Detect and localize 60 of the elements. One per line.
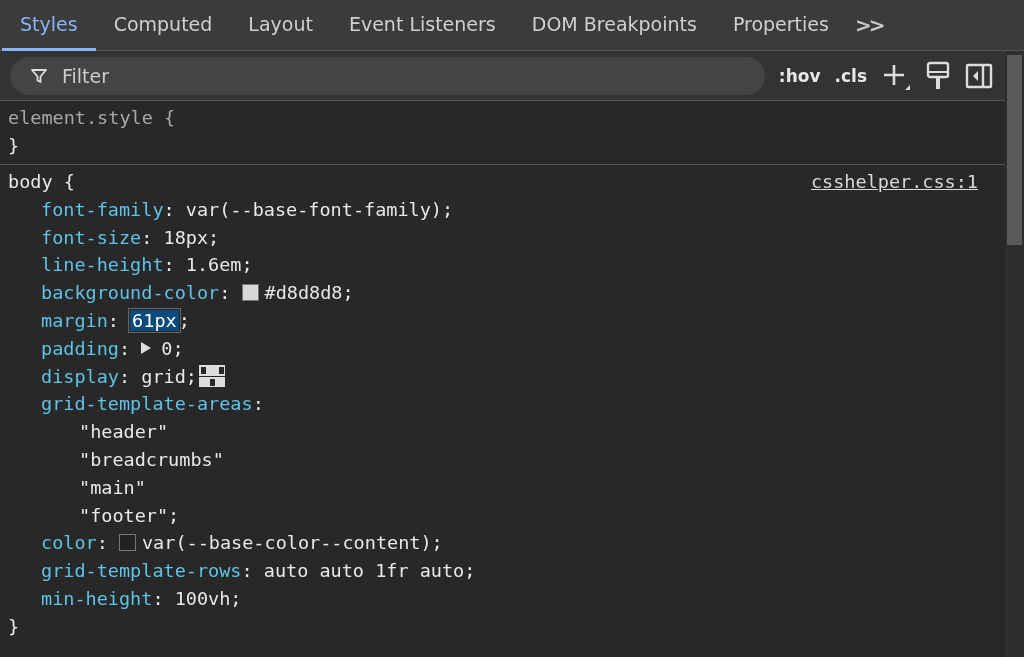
panel-tab[interactable]: Properties (714, 0, 847, 51)
colon: : (118, 337, 131, 359)
colon: : (96, 532, 108, 554)
color-swatch[interactable] (241, 284, 259, 302)
property-name[interactable]: font-size (41, 226, 142, 248)
colon: : (107, 309, 119, 331)
property-name[interactable]: line-height (41, 254, 164, 276)
panel-tab[interactable]: Layout (230, 0, 331, 51)
value-editor[interactable]: 61px (130, 309, 179, 331)
property-value[interactable]: "breadcrumbs" (79, 448, 224, 470)
semicolon: ; (178, 309, 190, 331)
property-value[interactable]: 0; (161, 337, 184, 359)
colon: : (163, 198, 175, 220)
property-name[interactable]: background-color (41, 282, 220, 304)
colon: : (241, 560, 253, 582)
property-name[interactable]: display (41, 365, 119, 387)
filter-box[interactable]: Filter (10, 56, 765, 95)
hover-state-toggle[interactable]: :hov (778, 65, 821, 86)
colon: : (219, 282, 231, 304)
property-name[interactable]: grid-template-areas (41, 393, 253, 415)
property-value[interactable]: 18px; (163, 226, 220, 248)
colon: : (141, 226, 153, 248)
property-value[interactable]: auto auto 1fr auto; (263, 560, 476, 582)
property-name[interactable]: margin (41, 309, 108, 331)
property-name[interactable]: min-height (41, 587, 153, 609)
panel-tab[interactable]: Computed (95, 0, 231, 51)
closing-brace: } (8, 615, 20, 637)
property-value[interactable]: grid; (141, 365, 197, 387)
property-value[interactable]: var(--base-color--content); (142, 532, 443, 554)
panel-tab[interactable]: DOM Breakpoints (513, 0, 715, 51)
filter-icon (30, 66, 48, 85)
source-link[interactable]: csshelper.css:1 (810, 171, 978, 192)
property-name[interactable]: grid-template-rows (41, 560, 242, 582)
class-toggle[interactable]: .cls (834, 65, 867, 86)
property-value[interactable]: "header" (79, 421, 169, 443)
filter-field[interactable]: Filter (60, 63, 745, 88)
property-name[interactable]: color (41, 532, 97, 554)
property-value[interactable]: #d8d8d8; (264, 282, 354, 304)
rule-selector[interactable]: element.style { (8, 107, 176, 129)
property-name[interactable]: font-family (41, 198, 164, 220)
property-value[interactable]: "footer"; (79, 504, 180, 526)
grid-editor-icon[interactable] (198, 365, 225, 388)
scrollbar[interactable] (1005, 51, 1024, 657)
paint-roller-icon[interactable] (925, 60, 951, 91)
colon: : (252, 393, 264, 415)
colon: : (163, 254, 175, 276)
panel-tab[interactable]: Event Listeners (330, 0, 514, 51)
property-value[interactable]: 1.6em; (185, 254, 253, 276)
colon: : (118, 365, 131, 387)
property-value[interactable]: "main" (79, 476, 146, 498)
property-value[interactable]: 100vh; (174, 587, 242, 609)
colon: : (152, 587, 164, 609)
more-tabs-button[interactable]: >> (846, 0, 891, 50)
closing-brace: } (8, 135, 20, 157)
color-swatch[interactable] (119, 534, 136, 552)
expand-triangle-icon[interactable] (141, 342, 152, 355)
rule-selector[interactable]: body { (8, 171, 75, 192)
property-value[interactable]: var(--base-font-family); (185, 198, 454, 220)
sidebar-toggle-icon[interactable] (965, 61, 993, 90)
property-name[interactable]: padding (41, 337, 119, 359)
